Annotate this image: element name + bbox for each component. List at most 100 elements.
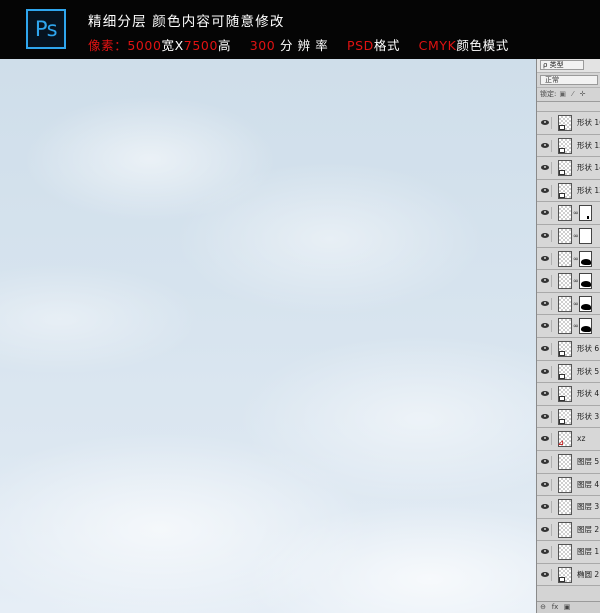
link-layers-icon[interactable]: ⊖ bbox=[537, 602, 549, 613]
lock-options-icon[interactable]: ▣ ⁄ ✛ bbox=[559, 90, 587, 98]
visibility-eye-icon[interactable] bbox=[540, 455, 552, 468]
layer-row[interactable]: ∞ bbox=[537, 270, 600, 293]
link-chain-icon[interactable]: ∞ bbox=[573, 322, 579, 330]
layer-row[interactable]: 形状 4 bbox=[537, 383, 600, 406]
layer-row[interactable]: 形状 16 bbox=[537, 112, 600, 135]
blend-mode-select[interactable]: 正常 bbox=[540, 75, 598, 85]
document-canvas[interactable] bbox=[0, 59, 536, 613]
layer-name[interactable]: 图层 3 bbox=[577, 496, 599, 518]
layer-mask-thumbnail[interactable] bbox=[579, 227, 592, 244]
layer-row[interactable]: 图层 1 bbox=[537, 541, 600, 564]
visibility-eye-icon[interactable] bbox=[540, 342, 552, 355]
visibility-eye-icon[interactable] bbox=[540, 478, 552, 491]
layer-row[interactable]: 形状 15 bbox=[537, 134, 600, 158]
layer-name[interactable]: 形状 15 bbox=[577, 135, 600, 157]
layer-mask-thumbnail[interactable] bbox=[579, 273, 592, 290]
link-chain-icon[interactable]: ∞ bbox=[573, 255, 579, 263]
layer-name[interactable]: 形状 4 bbox=[577, 383, 599, 405]
layer-mask-thumbnail[interactable] bbox=[579, 295, 592, 312]
height-unit: 高 bbox=[218, 38, 232, 53]
layer-row[interactable]: ∞ bbox=[537, 292, 600, 316]
layer-thumbnail bbox=[558, 273, 572, 290]
layer-row[interactable]: ⊿ xz bbox=[537, 428, 600, 451]
visibility-eye-icon[interactable] bbox=[540, 229, 552, 242]
visibility-eye-icon[interactable] bbox=[540, 162, 552, 175]
visibility-eye-icon[interactable] bbox=[540, 297, 552, 310]
layer-thumbnail bbox=[558, 544, 572, 561]
layer-thumbnail bbox=[558, 250, 572, 267]
layer-name[interactable]: 椭圆 2 bbox=[577, 564, 599, 586]
visibility-eye-icon[interactable] bbox=[540, 523, 552, 536]
layer-row[interactable]: 图层 2 bbox=[537, 518, 600, 542]
layer-name[interactable]: 形状 3 bbox=[577, 406, 599, 428]
link-chain-icon[interactable]: ∞ bbox=[573, 277, 579, 285]
layer-row[interactable]: 椭圆 2 bbox=[537, 563, 600, 587]
layer-row[interactable]: ∞ bbox=[537, 202, 600, 225]
layer-thumbnail bbox=[558, 499, 572, 516]
layer-name[interactable]: 形状 6 bbox=[577, 338, 599, 360]
layer-thumbnail bbox=[558, 227, 572, 244]
visibility-eye-icon[interactable] bbox=[540, 365, 552, 378]
layer-name[interactable]: 图层 1 bbox=[577, 541, 599, 563]
layer-row[interactable]: 形状 13 bbox=[537, 179, 600, 203]
visibility-eye-icon[interactable] bbox=[540, 184, 552, 197]
visibility-eye-icon[interactable] bbox=[540, 252, 552, 265]
layer-name[interactable]: 图层 4 bbox=[577, 474, 599, 496]
layer-name[interactable]: 图层 5 bbox=[577, 451, 599, 473]
layer-row[interactable]: 形状 5 bbox=[537, 360, 600, 384]
layer-row[interactable]: 图层 4 bbox=[537, 473, 600, 497]
layer-row[interactable]: ∞ bbox=[537, 224, 600, 248]
layer-mask-thumbnail[interactable] bbox=[579, 250, 592, 267]
link-chain-icon[interactable]: ∞ bbox=[573, 209, 579, 217]
visibility-eye-icon[interactable] bbox=[540, 410, 552, 423]
visibility-eye-icon[interactable] bbox=[540, 568, 552, 581]
width-unit: 宽X bbox=[161, 38, 184, 53]
layer-row[interactable]: 图层 3 bbox=[537, 496, 600, 519]
width-value: 5000 bbox=[127, 38, 162, 53]
shape-layer-icon bbox=[559, 576, 565, 582]
layer-row[interactable]: 形状 6 bbox=[537, 337, 600, 361]
dpi-value: 300 bbox=[249, 38, 276, 53]
visibility-eye-icon[interactable] bbox=[540, 275, 552, 288]
shape-layer-icon bbox=[559, 396, 565, 402]
layer-name[interactable]: 形状 13 bbox=[577, 180, 600, 202]
layer-name[interactable]: 图层 2 bbox=[577, 519, 599, 541]
color-mode-value: CMYK bbox=[418, 38, 457, 53]
visibility-eye-icon[interactable] bbox=[540, 320, 552, 333]
pixel-label: 像素： bbox=[88, 38, 128, 53]
shape-layer-icon bbox=[559, 350, 565, 356]
link-chain-icon[interactable]: ∞ bbox=[573, 232, 579, 240]
add-mask-icon[interactable]: ▣ bbox=[561, 602, 573, 613]
layer-name[interactable]: xz bbox=[577, 428, 585, 450]
layer-name[interactable]: 形状 14 bbox=[577, 157, 600, 179]
layer-mask-thumbnail[interactable] bbox=[579, 318, 592, 335]
photoshop-logo-icon: Ps bbox=[26, 9, 66, 49]
panel-footer: ⊖ fx ▣ bbox=[537, 601, 600, 613]
layer-row[interactable]: ∞ bbox=[537, 315, 600, 338]
visibility-eye-icon[interactable] bbox=[540, 433, 552, 446]
layer-filter-select[interactable]: ρ 类型 bbox=[540, 60, 584, 70]
layer-thumbnail bbox=[558, 521, 572, 538]
shape-layer-icon bbox=[559, 170, 565, 176]
visibility-eye-icon[interactable] bbox=[540, 546, 552, 559]
layer-row[interactable]: 形状 3 bbox=[537, 405, 600, 429]
layer-name[interactable]: 形状 5 bbox=[577, 361, 599, 383]
layer-mask-thumbnail[interactable] bbox=[579, 205, 592, 222]
visibility-eye-icon[interactable] bbox=[540, 388, 552, 401]
layer-row[interactable]: 图层 5 bbox=[537, 450, 600, 474]
layer-row[interactable]: ∞ bbox=[537, 247, 600, 271]
visibility-eye-icon[interactable] bbox=[540, 139, 552, 152]
layer-name[interactable]: 形状 16 bbox=[577, 112, 600, 134]
layer-list: 形状 16形状 15形状 14形状 13 ∞ ∞ ∞ ∞ ∞ ∞ 形状 6形状 5形状 4形状… bbox=[537, 102, 600, 587]
shape-layer-icon bbox=[559, 147, 565, 153]
link-chain-icon[interactable]: ∞ bbox=[573, 300, 579, 308]
layer-row[interactable] bbox=[537, 102, 600, 112]
layers-panel: ρ 类型 正常 锁定:▣ ⁄ ✛ 形状 16形状 15形状 14形状 13 ∞ ∞ ∞… bbox=[536, 59, 600, 613]
visibility-eye-icon[interactable] bbox=[540, 207, 552, 220]
visibility-eye-icon[interactable] bbox=[540, 117, 552, 129]
banner-specs: 像素：5000宽X7500高 300 分 辨 率 PSD格式 CMYK颜色模式 bbox=[88, 35, 509, 54]
visibility-eye-icon[interactable] bbox=[540, 501, 552, 514]
banner-title: 精细分层 颜色内容可随意修改 bbox=[88, 14, 285, 30]
fx-icon[interactable]: fx bbox=[549, 602, 561, 613]
layer-row[interactable]: 形状 14 bbox=[537, 157, 600, 180]
